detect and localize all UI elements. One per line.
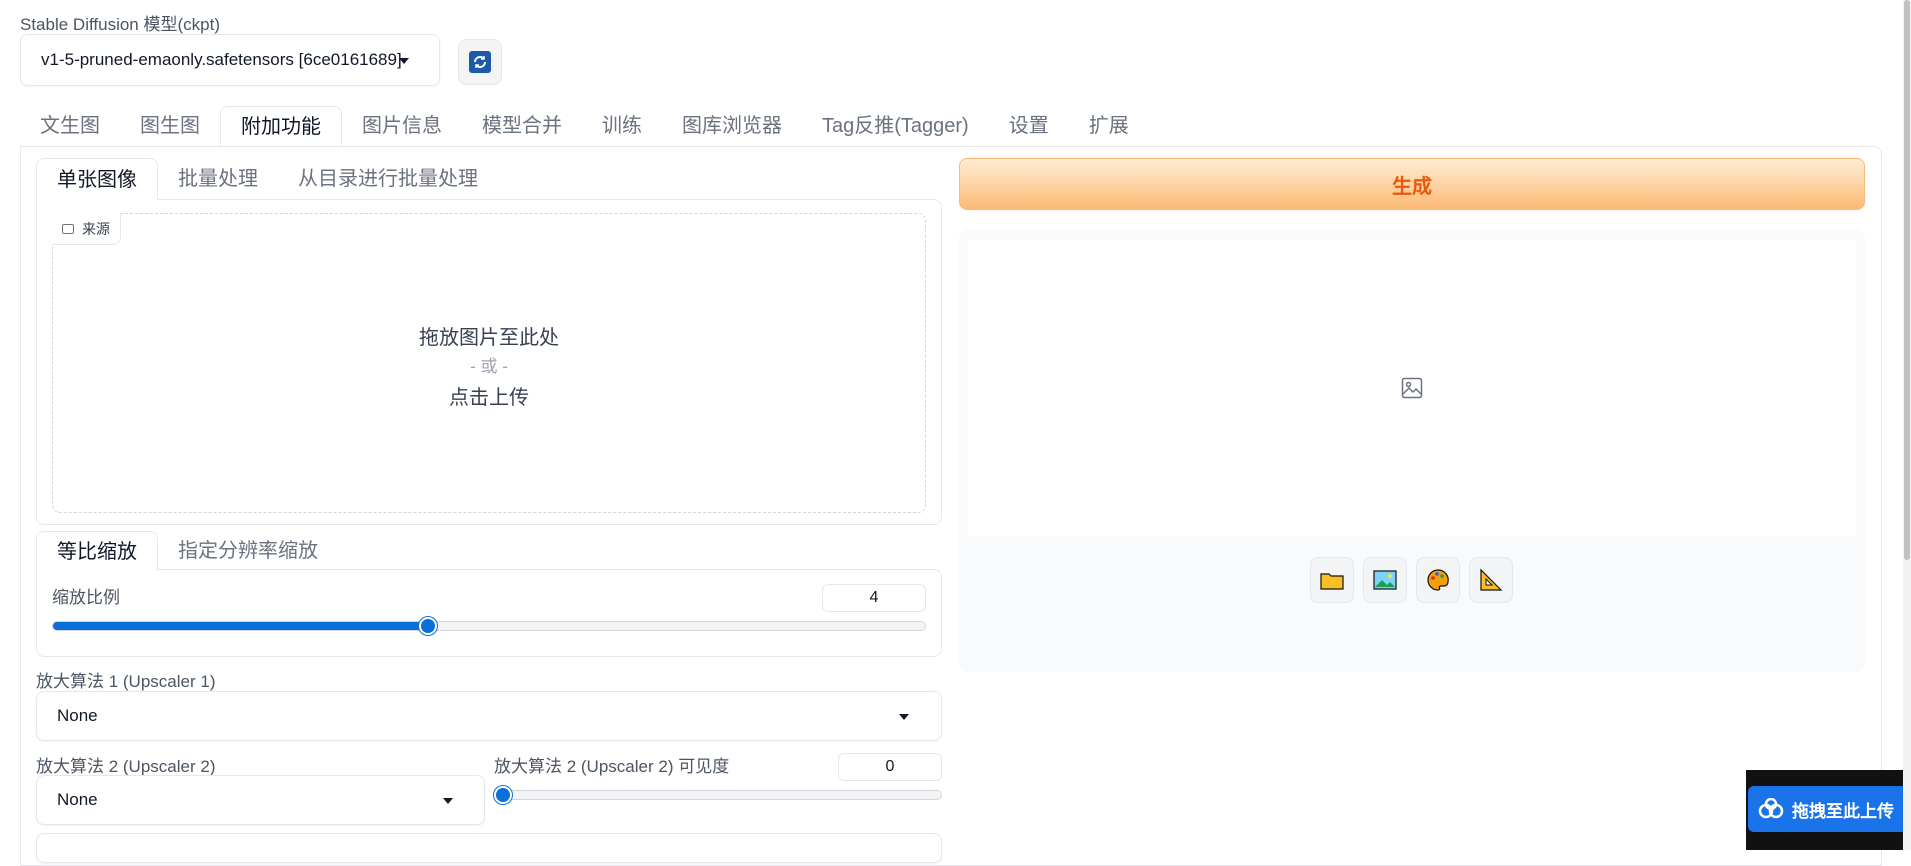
model-select-value: v1-5-pruned-emaonly.safetensors [6ce0161…	[41, 50, 402, 69]
baidu-upload-text: 拖拽至此上传	[1792, 801, 1894, 821]
tab-checkpoint-merger[interactable]: 模型合并	[462, 106, 582, 146]
upscaler2-visibility-slider-thumb[interactable]	[494, 786, 512, 804]
tab-scale-by[interactable]: 等比缩放	[36, 531, 158, 571]
click-upload-text[interactable]: 点击上传	[52, 381, 926, 410]
chevron-down-icon	[899, 714, 909, 720]
open-folder-button[interactable]	[1310, 557, 1354, 603]
upscaler2-label: 放大算法 2 (Upscaler 2)	[36, 757, 216, 776]
upscaler1-label: 放大算法 1 (Upscaler 1)	[36, 672, 216, 691]
source-label: 来源	[82, 220, 110, 237]
refresh-models-button[interactable]	[458, 39, 502, 85]
tab-scale-to[interactable]: 指定分辨率缩放	[158, 531, 338, 571]
tab-extras[interactable]: 附加功能	[220, 106, 342, 146]
send-to-img2img-button[interactable]	[1363, 557, 1407, 603]
scale-by-panel	[36, 569, 942, 657]
tab-extensions[interactable]: 扩展	[1069, 106, 1149, 146]
resize-slider-track[interactable]	[52, 621, 926, 631]
image-icon	[62, 223, 74, 234]
upscaler2-visibility-input[interactable]: 0	[838, 753, 942, 781]
resize-number-input[interactable]: 4	[822, 584, 926, 612]
resize-slider-thumb[interactable]	[418, 617, 437, 635]
folder-icon	[1320, 573, 1344, 590]
upscaler1-select[interactable]: None	[36, 691, 942, 741]
send-to-inpaint-button[interactable]	[1416, 557, 1460, 603]
page-scrollbar-thumb[interactable]	[1904, 0, 1910, 560]
upscaler1-value: None	[57, 706, 98, 725]
tab-batch-from-directory[interactable]: 从目录进行批量处理	[278, 158, 498, 200]
tab-batch-process[interactable]: 批量处理	[158, 158, 278, 200]
resize-label: 缩放比例	[52, 588, 120, 607]
image-placeholder-icon	[1401, 377, 1423, 404]
or-text: - 或 -	[470, 357, 508, 376]
next-settings-box[interactable]	[36, 833, 942, 863]
extras-mode-tabs: 单张图像 批量处理 从目录进行批量处理	[36, 158, 498, 200]
tab-png-info[interactable]: 图片信息	[342, 106, 462, 146]
model-label: Stable Diffusion 模型(ckpt)	[20, 15, 220, 34]
baidu-upload-badge[interactable]: 拖拽至此上传	[1746, 770, 1911, 850]
picture-icon	[1373, 570, 1397, 590]
drop-image-text: 拖放图片至此处	[419, 327, 559, 349]
palette-icon	[1427, 569, 1449, 591]
tab-settings[interactable]: 设置	[989, 106, 1069, 146]
chevron-down-icon	[399, 58, 409, 64]
tab-train[interactable]: 训练	[582, 106, 662, 146]
source-label-badge: 来源	[52, 213, 121, 245]
main-tabs: 文生图 图生图 附加功能 图片信息 模型合并 训练 图库浏览器 Tag反推(Ta…	[20, 106, 1149, 148]
chevron-down-icon	[443, 798, 453, 804]
cloud-icon	[1756, 794, 1786, 824]
tab-single-image[interactable]: 单张图像	[36, 158, 158, 200]
upscaler2-visibility-slider-track[interactable]	[494, 790, 942, 800]
tab-tagger[interactable]: Tag反推(Tagger)	[802, 106, 989, 146]
model-select[interactable]: v1-5-pruned-emaonly.safetensors [6ce0161…	[20, 34, 440, 86]
resize-mode-tabs: 等比缩放 指定分辨率缩放	[36, 531, 338, 571]
tab-img2img[interactable]: 图生图	[120, 106, 220, 146]
tab-txt2img[interactable]: 文生图	[20, 106, 120, 146]
upscaler2-visibility-label: 放大算法 2 (Upscaler 2) 可见度	[494, 757, 730, 776]
resize-slider-fill	[53, 622, 428, 630]
send-to-extras-button[interactable]	[1469, 557, 1513, 603]
upscaler2-select[interactable]: None	[36, 775, 485, 825]
upscaler2-value: None	[57, 790, 98, 809]
triangle-ruler-icon	[1480, 568, 1503, 591]
refresh-icon	[469, 51, 491, 73]
generate-button[interactable]: 生成	[959, 158, 1865, 210]
tab-image-browser[interactable]: 图库浏览器	[662, 106, 802, 146]
